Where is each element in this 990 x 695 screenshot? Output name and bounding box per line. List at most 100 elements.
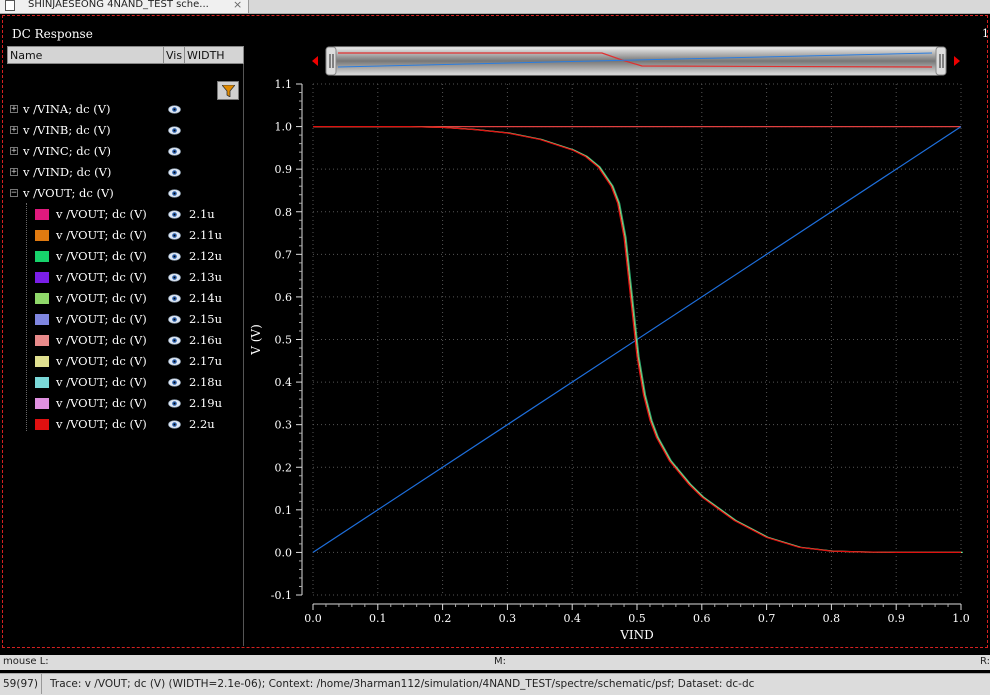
- sweep-trace-row[interactable]: v /VOUT; dc (V) 2.13u: [0, 268, 244, 288]
- sweep-trace-row[interactable]: v /VOUT; dc (V) 2.11u: [0, 226, 244, 246]
- scroll-thumb-right-handle[interactable]: [935, 46, 947, 76]
- filter-icon: [222, 85, 235, 97]
- overview-scrollbar[interactable]: [312, 46, 960, 76]
- trace-color-swatch[interactable]: [35, 335, 49, 346]
- signal-label: v /VOUT; dc (V): [23, 186, 114, 200]
- trace-label: v /VOUT; dc (V): [56, 396, 147, 410]
- sweep-trace-row[interactable]: v /VOUT; dc (V) 2.19u: [0, 394, 244, 414]
- x-tick-label: 0.7: [758, 612, 776, 625]
- visibility-eye-icon[interactable]: [168, 399, 181, 408]
- visibility-eye-icon[interactable]: [168, 210, 181, 219]
- close-icon[interactable]: ×: [233, 0, 242, 12]
- filter-button[interactable]: [217, 81, 239, 100]
- sweep-trace-row[interactable]: v /VOUT; dc (V) 2.12u: [0, 247, 244, 267]
- signal-row[interactable]: + v /VIND; dc (V): [0, 163, 244, 183]
- y-tick-label: 0.3: [275, 419, 293, 432]
- trace-label: v /VOUT; dc (V): [56, 375, 147, 389]
- width-value: 2.15u: [189, 312, 223, 326]
- trace-color-swatch[interactable]: [35, 209, 49, 220]
- signal-label: v /VIND; dc (V): [23, 165, 112, 179]
- width-value: 2.2u: [189, 417, 215, 431]
- visibility-eye-icon[interactable]: [168, 315, 181, 324]
- x-tick-label: 1.0: [952, 612, 970, 625]
- signal-label: v /VINB; dc (V): [23, 123, 111, 137]
- column-divider[interactable]: [184, 47, 185, 63]
- signal-label: v /VINC; dc (V): [23, 144, 112, 158]
- trace-label: v /VOUT; dc (V): [56, 207, 147, 221]
- visibility-eye-icon[interactable]: [168, 420, 181, 429]
- signal-row[interactable]: + v /VINC; dc (V): [0, 142, 244, 162]
- expander-icon[interactable]: +: [10, 168, 18, 177]
- x-axis-label: VIND: [619, 628, 654, 642]
- document-icon: [5, 0, 15, 11]
- x-tick-label: 0.0: [304, 612, 322, 625]
- signal-row[interactable]: + v /VINB; dc (V): [0, 121, 244, 141]
- trace-color-swatch[interactable]: [35, 314, 49, 325]
- width-value: 2.16u: [189, 333, 223, 347]
- width-value: 2.18u: [189, 375, 223, 389]
- trace-label: v /VOUT; dc (V): [56, 354, 147, 368]
- trace-color-swatch[interactable]: [35, 293, 49, 304]
- right-edge-label: 1: [982, 27, 989, 40]
- y-tick-label: 0.2: [275, 461, 293, 474]
- scroll-thumb[interactable]: [325, 46, 947, 76]
- trace-color-swatch[interactable]: [35, 251, 49, 262]
- visibility-eye-icon[interactable]: [168, 336, 181, 345]
- sweep-trace-row[interactable]: v /VOUT; dc (V) 2.18u: [0, 373, 244, 393]
- width-value: 2.12u: [189, 249, 223, 263]
- visibility-eye-icon[interactable]: [168, 168, 181, 177]
- expander-icon[interactable]: −: [10, 189, 18, 198]
- trace-color-swatch[interactable]: [35, 377, 49, 388]
- trace-label: v /VOUT; dc (V): [56, 270, 147, 284]
- scroll-right-arrow[interactable]: [954, 56, 960, 66]
- x-tick-label: 0.8: [823, 612, 841, 625]
- expander-icon[interactable]: +: [10, 105, 18, 114]
- tab-schematic[interactable]: SHINJAESEONG 4NAND_TEST sche... ×: [0, 0, 249, 13]
- tab-bar: SHINJAESEONG 4NAND_TEST sche... ×: [0, 0, 990, 14]
- width-value: 2.11u: [189, 228, 223, 242]
- column-header-vis[interactable]: Vis: [166, 49, 182, 62]
- visibility-eye-icon[interactable]: [168, 105, 181, 114]
- trace-label: v /VOUT; dc (V): [56, 333, 147, 347]
- y-tick-label: 0.8: [275, 206, 293, 219]
- visibility-eye-icon[interactable]: [168, 357, 181, 366]
- y-tick-label: 0.4: [275, 376, 293, 389]
- visibility-eye-icon[interactable]: [168, 189, 181, 198]
- sweep-trace-row[interactable]: v /VOUT; dc (V) 2.1u: [0, 205, 244, 225]
- x-tick-label: 0.9: [887, 612, 905, 625]
- visibility-eye-icon[interactable]: [168, 294, 181, 303]
- sweep-trace-row[interactable]: v /VOUT; dc (V) 2.17u: [0, 352, 244, 372]
- sweep-trace-row[interactable]: v /VOUT; dc (V) 2.15u: [0, 310, 244, 330]
- trace-color-swatch[interactable]: [35, 272, 49, 283]
- visibility-eye-icon[interactable]: [168, 147, 181, 156]
- visibility-eye-icon[interactable]: [168, 126, 181, 135]
- signal-row[interactable]: + v /VINA; dc (V): [0, 100, 244, 120]
- visibility-eye-icon[interactable]: [168, 252, 181, 261]
- trace-color-swatch[interactable]: [35, 356, 49, 367]
- visibility-eye-icon[interactable]: [168, 273, 181, 282]
- y-tick-label: 1.1: [275, 78, 293, 91]
- width-value: 2.13u: [189, 270, 223, 284]
- trace-color-swatch[interactable]: [35, 419, 49, 430]
- scroll-left-arrow[interactable]: [312, 56, 318, 66]
- column-header-name[interactable]: Name: [10, 49, 42, 62]
- signal-row[interactable]: − v /VOUT; dc (V): [0, 184, 244, 204]
- tab-title: SHINJAESEONG 4NAND_TEST sche...: [28, 0, 209, 10]
- scroll-thumb-left-handle[interactable]: [325, 46, 337, 76]
- visibility-eye-icon[interactable]: [168, 231, 181, 240]
- sweep-trace-row[interactable]: v /VOUT; dc (V) 2.16u: [0, 331, 244, 351]
- visibility-eye-icon[interactable]: [168, 378, 181, 387]
- column-divider[interactable]: [163, 47, 164, 63]
- expander-icon[interactable]: +: [10, 147, 18, 156]
- dc-response-plot[interactable]: -0.1 0.0 0.1 0.2 0.3 0.4 0.5 0.6 0.7 0.8 0.9 1.0 1.1…: [246, 76, 990, 648]
- sweep-trace-row[interactable]: v /VOUT; dc (V) 2.2u: [0, 415, 244, 435]
- trace-color-swatch[interactable]: [35, 398, 49, 409]
- y-tick-label: 0.0: [275, 546, 293, 559]
- message-status-bar: 59(97) Trace: v /VOUT; dc (V) (WIDTH=2.1…: [0, 673, 990, 695]
- column-header-width[interactable]: WIDTH: [187, 49, 225, 62]
- trace-label: v /VOUT; dc (V): [56, 312, 147, 326]
- sweep-trace-row[interactable]: v /VOUT; dc (V) 2.14u: [0, 289, 244, 309]
- trace-color-swatch[interactable]: [35, 230, 49, 241]
- trace-label: v /VOUT; dc (V): [56, 417, 147, 431]
- expander-icon[interactable]: +: [10, 126, 18, 135]
